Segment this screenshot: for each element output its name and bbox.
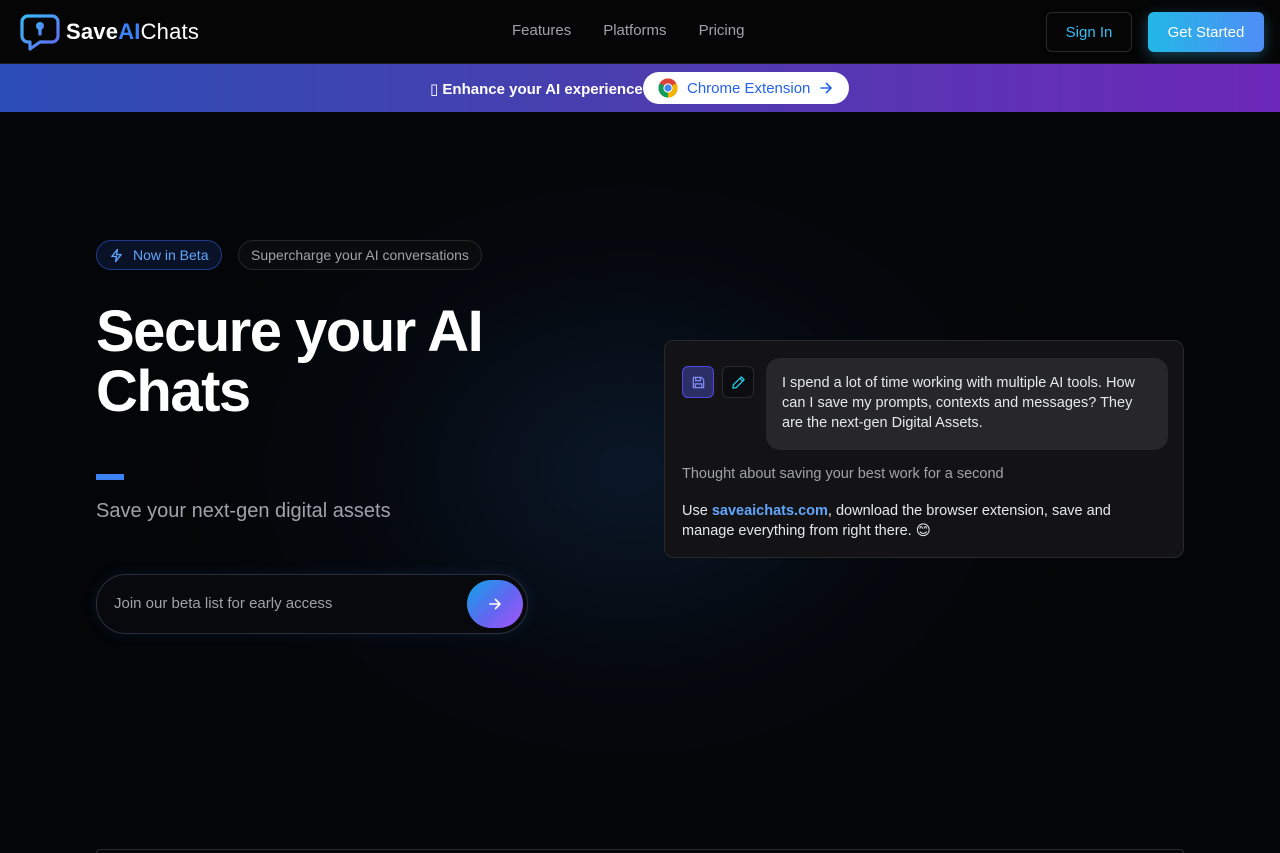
lightning-icon (111, 248, 122, 262)
logo-text-ai: AI (118, 19, 141, 44)
assistant-answer: Use saveaichats.com, download the browse… (682, 501, 1162, 541)
edit-button[interactable] (722, 366, 754, 398)
beta-submit-button[interactable] (467, 580, 523, 628)
lock-chat-icon (20, 14, 60, 51)
arrow-right-icon (820, 82, 833, 94)
logo-text-save: Save (66, 19, 119, 44)
hero-subtitle: Save your next-gen digital assets (96, 500, 391, 522)
title-accent-bar (96, 474, 124, 480)
beta-email-input[interactable] (114, 595, 454, 612)
get-started-button[interactable]: Get Started (1148, 12, 1264, 52)
chat-preview-card: I spend a lot of time working with multi… (664, 340, 1184, 558)
sign-in-button[interactable]: Sign In (1046, 12, 1132, 52)
pencil-icon (731, 375, 745, 389)
main-nav: Features Platforms Pricing (512, 22, 744, 39)
assistant-thought: Thought about saving your best work for … (682, 466, 1004, 482)
beta-signup-form (96, 574, 528, 634)
logo-text-chats: Chats (140, 19, 200, 44)
arrow-right-icon (489, 598, 501, 610)
promo-banner: ▯ Enhance your AI experience Chrome Exte… (0, 64, 1280, 112)
chrome-extension-label: Chrome Extension (687, 79, 811, 97)
beta-badge: Now in Beta (96, 240, 223, 270)
chrome-extension-button[interactable]: Chrome Extension (643, 72, 849, 104)
logo[interactable]: SaveAIChats (20, 12, 199, 52)
nav-pricing[interactable]: Pricing (699, 22, 745, 39)
logo-text: SaveAIChats (66, 19, 199, 45)
nav-platforms[interactable]: Platforms (603, 22, 666, 39)
top-header: SaveAIChats Features Platforms Pricing S… (0, 0, 1280, 64)
save-button[interactable] (682, 366, 714, 398)
nav-features[interactable]: Features (512, 22, 571, 39)
banner-text: ▯ Enhance your AI experience (430, 81, 643, 98)
floppy-disk-icon (692, 376, 704, 388)
user-message-bubble: I spend a lot of time working with multi… (766, 358, 1168, 450)
tagline-badge: Supercharge your AI conversations (238, 240, 482, 270)
next-section-edge (96, 849, 1184, 853)
chrome-icon (658, 78, 678, 98)
hero-title: Secure your AI Chats (96, 299, 484, 424)
beta-badge-label: Now in Beta (133, 247, 209, 263)
answer-prefix: Use (682, 503, 712, 519)
answer-link[interactable]: saveaichats.com (712, 503, 828, 519)
